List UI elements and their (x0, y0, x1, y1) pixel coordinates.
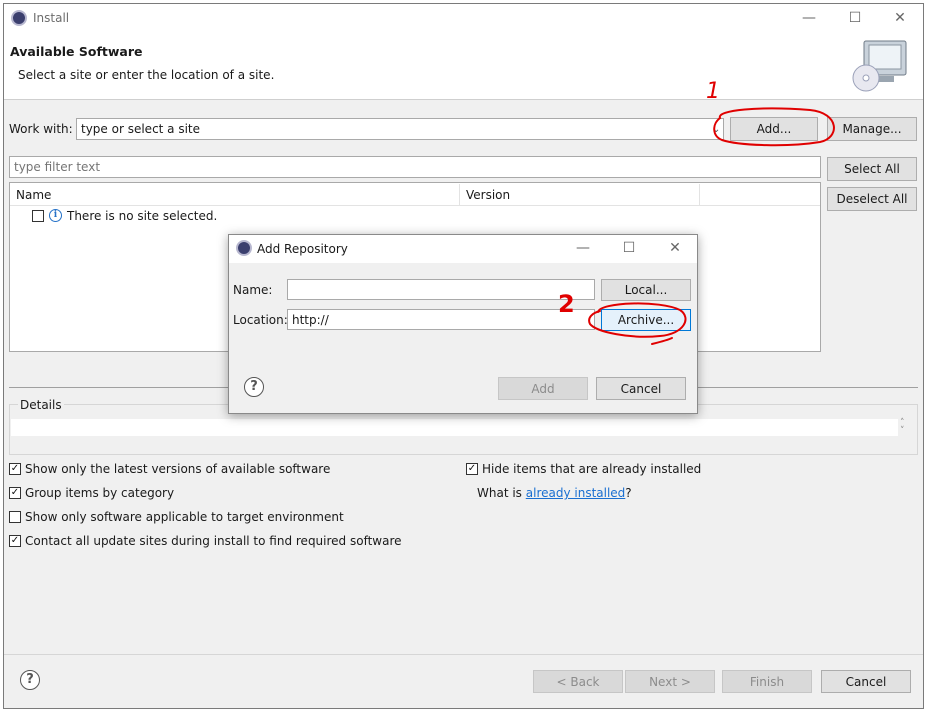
annotation-mark-2: 2 (558, 290, 575, 318)
annotation-mark-1: 1 (706, 79, 720, 104)
annotation-tail-2 (651, 337, 673, 345)
annotation-circle-2 (588, 302, 687, 338)
annotation-layer: 1 2 (558, 79, 835, 345)
annotation-circle-1 (713, 107, 835, 147)
